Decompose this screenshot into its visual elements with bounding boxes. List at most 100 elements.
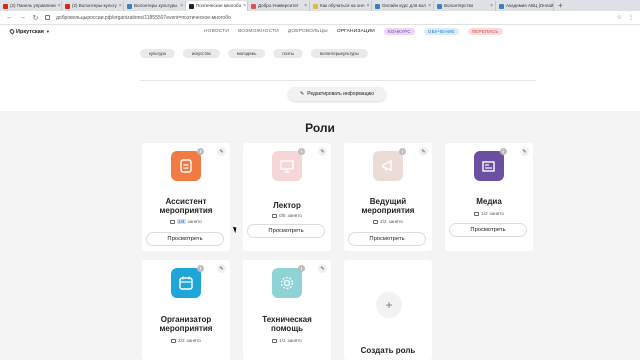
calendar-small-icon	[272, 213, 278, 218]
megaphone-icon	[373, 151, 403, 181]
divider	[140, 80, 536, 81]
view-role-button[interactable]: Просмотреть	[348, 232, 426, 246]
role-occupancy: 2/2 занято	[344, 219, 432, 224]
edit-role-button[interactable]: ✎	[318, 147, 327, 156]
edit-role-button[interactable]: ✎	[520, 147, 529, 156]
star-icon[interactable]: ☆	[617, 14, 622, 21]
role-card: ✎ i Лектор 0/5 занято Просмотреть	[243, 143, 331, 251]
clipboard-icon	[171, 151, 201, 181]
calendar-small-icon	[170, 219, 176, 224]
reload-icon[interactable]: ↻	[32, 14, 39, 22]
close-icon[interactable]: ×	[367, 1, 370, 11]
browser-tab[interactable]: Онлайн курс для вол ×	[372, 1, 434, 11]
tag-chip[interactable]: молодежь	[227, 49, 266, 58]
role-title: Ведущий мероприятия	[361, 197, 415, 215]
edit-role-button[interactable]: ✎	[217, 264, 226, 273]
presentation-icon	[272, 151, 302, 181]
calendar-icon	[171, 268, 201, 298]
menu-icon[interactable]: ⋮	[628, 14, 634, 21]
close-icon[interactable]: ×	[180, 1, 183, 11]
site-icon	[499, 3, 504, 9]
info-badge[interactable]: i	[298, 265, 305, 272]
back-icon[interactable]: ←	[6, 14, 13, 21]
role-title: Техническая помощь	[262, 315, 312, 333]
close-icon[interactable]: ×	[428, 1, 431, 11]
role-occupancy: 2/2 занято	[142, 338, 230, 343]
site-icon	[189, 3, 194, 9]
role-occupancy: 1/2 занято	[445, 211, 533, 216]
pencil-icon: ✎	[300, 91, 305, 97]
site-header: Иркутская ▼ НОВОСТИ ВОЗМОЖНОСТИ ДОБРОВОЛ…	[0, 25, 640, 38]
browser-tab[interactable]: (2) Волонтеры-культу ×	[62, 1, 124, 11]
info-badge[interactable]: i	[399, 148, 406, 155]
caret-down-icon: ▼	[45, 29, 50, 34]
browser-tab[interactable]: (2) Панель управлени ×	[0, 1, 62, 11]
edit-info-button[interactable]: ✎ Редактировать информацию	[288, 87, 386, 101]
youtube-icon	[65, 3, 70, 9]
role-card: ✎ i Ведущий мероприятия 2/2 занято Просмот…	[344, 143, 432, 251]
browser-tab-active[interactable]: Поэтическое многобо ×	[186, 1, 248, 11]
browser-tab[interactable]: Академия АВЦ |Онлай×	[496, 1, 554, 11]
calendar-small-icon	[373, 219, 379, 224]
vk-icon	[437, 3, 442, 9]
view-role-button[interactable]: Просмотреть	[247, 224, 325, 238]
close-icon[interactable]: ×	[58, 1, 61, 11]
calendar-small-icon	[272, 338, 278, 343]
nav-opportunities[interactable]: ВОЗМОЖНОСТИ	[238, 29, 279, 34]
lock-icon	[45, 15, 50, 20]
role-card: ✎ i Техническая помощь 1/1 занято	[243, 260, 331, 360]
close-icon[interactable]: ×	[243, 1, 246, 11]
nav-konkurs[interactable]: КОНКУРС	[383, 28, 415, 35]
location-pin-icon	[8, 28, 16, 35]
address-bar[interactable]: добровольцыроссии.рф/organizations/11855…	[56, 15, 231, 21]
view-role-button[interactable]: Просмотреть	[449, 223, 527, 237]
info-badge[interactable]: i	[500, 148, 507, 155]
tag-chip[interactable]: поэты	[273, 49, 303, 58]
close-icon[interactable]: ×	[490, 1, 493, 11]
browser-tab[interactable]: Волонтёрство ×	[434, 1, 496, 11]
nav-organizations[interactable]: ОРГАНИЗАЦИИ	[337, 29, 375, 34]
role-card: ✎ i Организатор мероприятия 2/2 занято	[142, 260, 230, 360]
role-title: Организатор мероприятия	[159, 315, 213, 333]
site-icon	[313, 3, 318, 9]
create-role-label: Создать роль	[360, 346, 416, 355]
close-icon[interactable]: ×	[119, 1, 122, 11]
new-tab-icon[interactable]: +	[554, 1, 567, 11]
plus-icon: +	[376, 292, 402, 318]
browser-tab[interactable]: Добро.Университет ×	[248, 1, 310, 11]
info-badge[interactable]: i	[298, 148, 305, 155]
role-occupancy: 0/5 занято	[243, 213, 331, 218]
role-title: Лектор	[273, 201, 301, 210]
tag-chip[interactable]: искусство	[182, 49, 220, 58]
tag-chip[interactable]: волонтерыкультуры	[310, 49, 368, 58]
nav-perepis[interactable]: ПЕРЕПИСЬ	[467, 28, 503, 35]
newspaper-icon	[474, 151, 504, 181]
nav-volunteers[interactable]: ДОБРОВОЛЬЦЫ	[288, 29, 328, 34]
nav-news[interactable]: НОВОСТИ	[204, 29, 229, 34]
role-card: ✎ i Ассистент мероприятия 1/4 занято Просм…	[142, 143, 230, 251]
role-card: ✎ i Медиа 1/2 занято Просмотреть	[445, 143, 533, 251]
edit-role-button[interactable]: ✎	[217, 147, 226, 156]
site-icon	[251, 3, 256, 9]
browser-tab[interactable]: Как обучаться на онл ×	[310, 1, 372, 11]
close-icon[interactable]: ×	[304, 1, 307, 11]
forward-icon[interactable]: →	[19, 14, 26, 21]
tag-chip[interactable]: культура	[140, 49, 175, 58]
create-role-card[interactable]: + Создать роль	[344, 260, 432, 360]
view-role-button[interactable]: Просмотреть	[146, 232, 224, 246]
edit-role-button[interactable]: ✎	[419, 147, 428, 156]
info-badge[interactable]: i	[197, 148, 204, 155]
browser-tabstrip: (2) Панель управлени × (2) Волонтеры-куль…	[0, 0, 640, 11]
edit-role-button[interactable]: ✎	[318, 264, 327, 273]
role-occupancy: 1/1 занято	[243, 338, 331, 343]
vk-icon	[127, 3, 132, 9]
role-title: Ассистент мероприятия	[159, 197, 213, 215]
browser-tab[interactable]: Волонтеры культуры ×	[124, 1, 186, 11]
nav-obuchenie[interactable]: ОБУЧЕНИЕ	[423, 28, 459, 35]
info-badge[interactable]: i	[197, 265, 204, 272]
main-nav: НОВОСТИ ВОЗМОЖНОСТИ ДОБРОВОЛЬЦЫ ОРГАНИЗА…	[204, 25, 503, 38]
region-selector[interactable]: Иркутская ▼	[8, 28, 50, 35]
youtube-icon	[3, 3, 8, 9]
role-occupancy: 1/4 занято	[142, 219, 230, 224]
browser-toolbar: ← → ↻ добровольцыроссии.рф/organizations…	[0, 11, 640, 25]
